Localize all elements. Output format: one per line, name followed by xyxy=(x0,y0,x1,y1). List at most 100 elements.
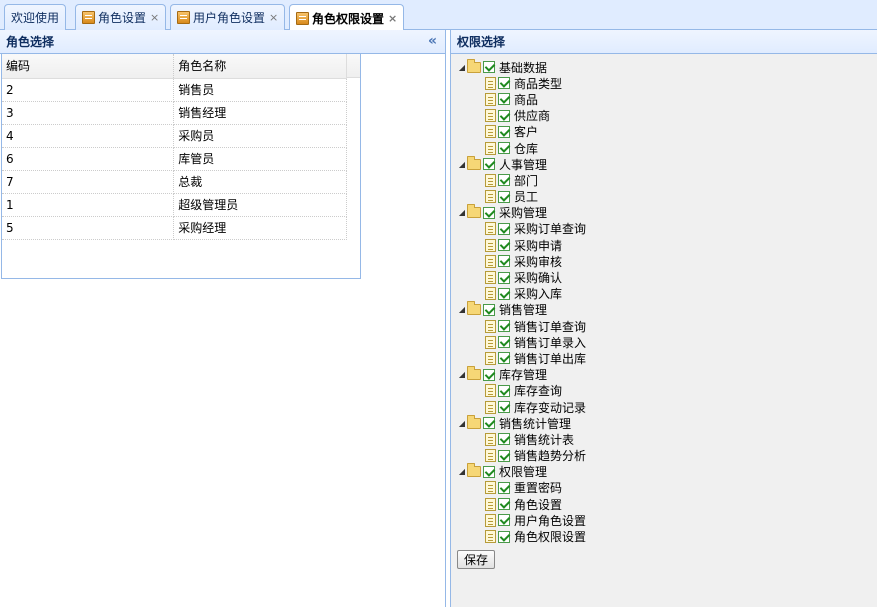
checkbox[interactable] xyxy=(498,481,510,494)
tree-node-leaf[interactable]: 库存变动记录 xyxy=(457,399,877,415)
tree-node-leaf[interactable]: 角色权限设置 xyxy=(457,528,877,544)
table-row[interactable]: 2 销售员 xyxy=(2,78,347,102)
table-row[interactable]: 5 采购经理 xyxy=(2,216,347,240)
tree-node-group[interactable]: ◢ 销售管理 xyxy=(457,301,877,318)
checkbox[interactable] xyxy=(483,61,495,74)
checkbox[interactable] xyxy=(498,255,510,268)
tree-node-leaf[interactable]: 库存查询 xyxy=(457,383,877,399)
checkbox[interactable] xyxy=(498,109,510,122)
tab-welcome[interactable]: 欢迎使用 xyxy=(4,4,67,30)
file-icon xyxy=(485,271,496,285)
checkbox[interactable] xyxy=(498,514,510,527)
tab-bar: 欢迎使用 角色设置 × 用户角色设置 × 角色权限设置 × xyxy=(0,0,877,31)
checkbox[interactable] xyxy=(498,190,510,203)
checkbox[interactable] xyxy=(498,320,510,333)
checkbox[interactable] xyxy=(498,271,510,284)
tree-node-leaf[interactable]: 用户角色设置 xyxy=(457,512,877,528)
tree-node-leaf[interactable]: 销售趋势分析 xyxy=(457,448,877,464)
column-header-code[interactable]: 编码 xyxy=(2,54,175,79)
tree-node-leaf[interactable]: 角色设置 xyxy=(457,496,877,512)
cell-role-name: 销售经理 xyxy=(173,101,347,125)
checkbox[interactable] xyxy=(498,449,510,462)
checkbox[interactable] xyxy=(483,158,495,171)
tree-node-leaf[interactable]: 员工 xyxy=(457,189,877,205)
tree-node-label: 商品 xyxy=(514,92,539,107)
tree-node-leaf[interactable]: 客户 xyxy=(457,124,877,140)
tree-node-group[interactable]: ◢ 销售统计管理 xyxy=(457,414,877,431)
checkbox[interactable] xyxy=(498,352,510,365)
table-row[interactable]: 6 库管员 xyxy=(2,147,347,171)
checkbox[interactable] xyxy=(498,239,510,252)
tree-node-leaf[interactable]: 采购入库 xyxy=(457,286,877,302)
cell-role-name: 库管员 xyxy=(173,147,347,171)
tree-node-label: 采购入库 xyxy=(514,287,563,302)
checkbox[interactable] xyxy=(498,222,510,235)
checkbox[interactable] xyxy=(498,433,510,446)
checkbox[interactable] xyxy=(483,303,495,316)
tab-user-role-settings[interactable]: 用户角色设置 × xyxy=(170,4,286,30)
checkbox[interactable] xyxy=(498,498,510,511)
tree-node-leaf[interactable]: 部门 xyxy=(457,172,877,188)
tree-node-leaf[interactable]: 商品 xyxy=(457,91,877,107)
checkbox[interactable] xyxy=(498,142,510,155)
tab-role-settings[interactable]: 角色设置 × xyxy=(75,4,167,30)
tree-node-leaf[interactable]: 采购确认 xyxy=(457,269,877,285)
tree-node-group[interactable]: ◢ 基础数据 xyxy=(457,58,877,75)
table-row[interactable]: 3 销售经理 xyxy=(2,101,347,125)
tree-node-leaf[interactable]: 销售订单录入 xyxy=(457,334,877,350)
cell-role-name: 超级管理员 xyxy=(173,193,347,217)
tree-node-leaf[interactable]: 销售统计表 xyxy=(457,431,877,447)
checkbox[interactable] xyxy=(498,174,510,187)
file-icon xyxy=(485,238,496,252)
checkbox[interactable] xyxy=(483,368,495,381)
tree-node-leaf[interactable]: 销售订单出库 xyxy=(457,350,877,366)
expand-arrow-icon[interactable]: ◢ xyxy=(457,160,467,169)
checkbox[interactable] xyxy=(498,530,510,543)
tree-node-leaf[interactable]: 采购申请 xyxy=(457,237,877,253)
tab-role-permission-settings[interactable]: 角色权限设置 × xyxy=(289,4,405,31)
close-icon[interactable]: × xyxy=(269,11,278,24)
tree-node-group[interactable]: ◢ 人事管理 xyxy=(457,155,877,172)
checkbox[interactable] xyxy=(483,417,495,430)
expand-arrow-icon[interactable]: ◢ xyxy=(457,419,467,428)
tree-node-label: 仓库 xyxy=(514,141,539,156)
checkbox[interactable] xyxy=(498,287,510,300)
close-icon[interactable]: × xyxy=(388,12,397,25)
panel-title: 角色选择 xyxy=(6,35,55,49)
tree-node-leaf[interactable]: 采购订单查询 xyxy=(457,221,877,237)
close-icon[interactable]: × xyxy=(150,11,159,24)
grid-header-filler xyxy=(346,54,360,78)
tree-node-leaf[interactable]: 商品类型 xyxy=(457,75,877,91)
table-row[interactable]: 1 超级管理员 xyxy=(2,193,347,217)
table-row[interactable]: 7 总裁 xyxy=(2,170,347,194)
checkbox[interactable] xyxy=(498,401,510,414)
expand-arrow-icon[interactable]: ◢ xyxy=(457,370,467,379)
tree-node-leaf[interactable]: 销售订单查询 xyxy=(457,318,877,334)
file-icon xyxy=(485,141,496,155)
checkbox[interactable] xyxy=(498,336,510,349)
tree-node-group[interactable]: ◢ 库存管理 xyxy=(457,366,877,383)
checkbox[interactable] xyxy=(498,93,510,106)
tree-node-group[interactable]: ◢ 采购管理 xyxy=(457,204,877,221)
tree-node-group[interactable]: ◢ 权限管理 xyxy=(457,463,877,480)
save-button[interactable]: 保存 xyxy=(457,549,496,569)
checkbox[interactable] xyxy=(498,384,510,397)
tree-node-label: 基础数据 xyxy=(499,60,548,75)
tree-node-leaf[interactable]: 供应商 xyxy=(457,108,877,124)
collapse-icon[interactable]: « xyxy=(428,33,437,49)
column-header-role-name[interactable]: 角色名称 xyxy=(173,54,347,79)
checkbox[interactable] xyxy=(483,465,495,478)
expand-arrow-icon[interactable]: ◢ xyxy=(457,305,467,314)
expand-arrow-icon[interactable]: ◢ xyxy=(457,467,467,476)
tree-node-leaf[interactable]: 采购审核 xyxy=(457,253,877,269)
table-row[interactable]: 4 采购员 xyxy=(2,124,347,148)
tree-node-leaf[interactable]: 重置密码 xyxy=(457,480,877,496)
expand-arrow-icon[interactable]: ◢ xyxy=(457,63,467,72)
expand-arrow-icon[interactable]: ◢ xyxy=(457,208,467,217)
checkbox[interactable] xyxy=(483,206,495,219)
tree-node-label: 销售趋势分析 xyxy=(514,449,587,464)
permission-tree: ◢ 基础数据 商品类型 商品 供应商 客户 仓库 ◢ 人事管理 部门 员工 ◢ 采购管理 采购订单查询 采购… xyxy=(451,54,877,545)
checkbox[interactable] xyxy=(498,125,510,138)
checkbox[interactable] xyxy=(498,77,510,90)
tree-node-leaf[interactable]: 仓库 xyxy=(457,140,877,156)
